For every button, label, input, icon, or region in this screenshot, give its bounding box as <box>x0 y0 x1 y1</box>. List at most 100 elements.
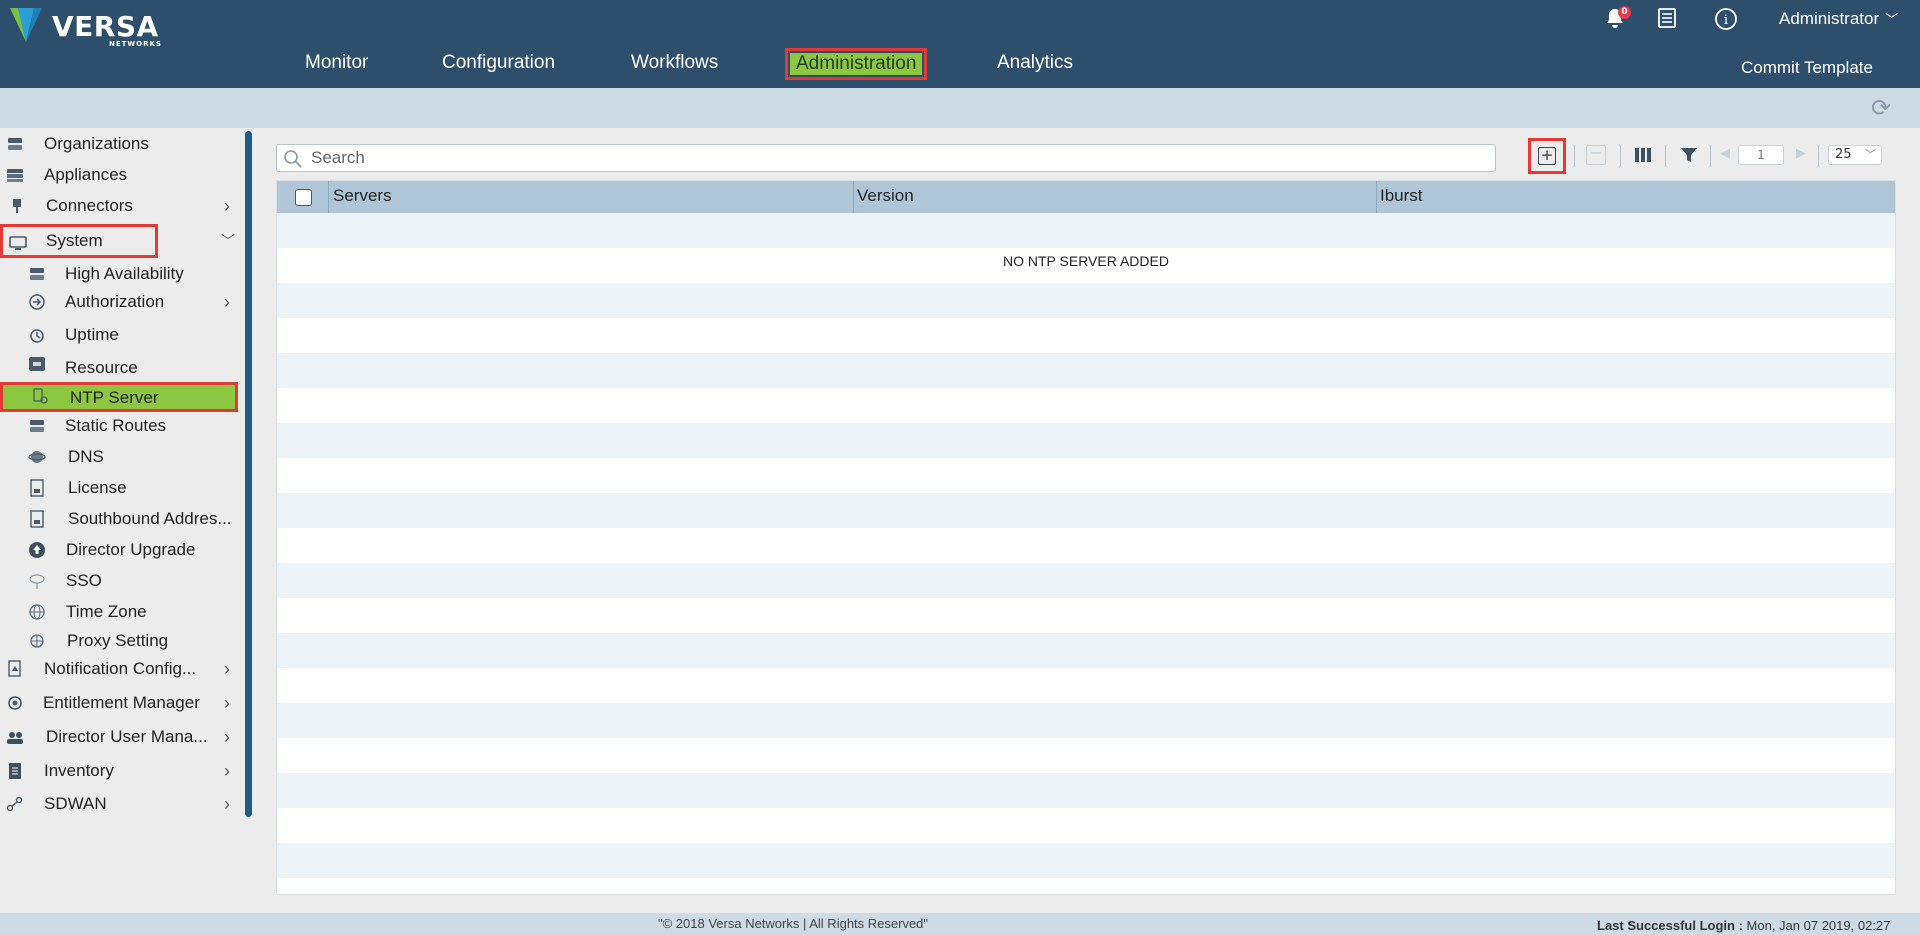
sidebar-item-resource[interactable]: Resource <box>0 356 244 382</box>
search-icon <box>284 150 302 168</box>
search-box[interactable] <box>276 144 1496 172</box>
commit-template-link[interactable]: Commit Template <box>1741 58 1873 78</box>
sidebar-item-sso[interactable]: SSO <box>0 569 244 595</box>
columns-icon <box>1635 148 1651 162</box>
southbound-address-icon <box>30 510 44 528</box>
sidebar-item-label: Static Routes <box>65 416 167 435</box>
sdwan-icon <box>6 796 23 812</box>
nav-analytics[interactable]: Analytics <box>997 52 1073 74</box>
sidebar-item-director-upgrade[interactable]: Director Upgrade <box>0 538 244 564</box>
refresh-icon[interactable]: ⟳ <box>1871 96 1895 120</box>
empty-table-message: NO NTP SERVER ADDED <box>1003 253 1169 269</box>
column-header-iburst[interactable]: Iburst <box>1380 186 1423 206</box>
toolbar-divider <box>1818 145 1819 167</box>
sidebar-item-dns[interactable]: DNS <box>0 445 244 471</box>
ntp-server-icon <box>33 388 48 404</box>
next-page-button[interactable]: ▶ <box>1796 146 1806 172</box>
nav-configuration[interactable]: Configuration <box>442 52 555 74</box>
column-header-version[interactable]: Version <box>857 186 914 206</box>
sidebar-item-time-zone[interactable]: Time Zone <box>0 600 244 626</box>
versa-logo[interactable]: VERSA NETWORKS <box>8 6 161 48</box>
notifications-bell[interactable]: 0 <box>1604 6 1631 31</box>
nav-workflows[interactable]: Workflows <box>631 52 718 74</box>
sidebar-item-authorization[interactable]: Authorization › <box>0 290 244 316</box>
director-upgrade-icon <box>29 542 45 558</box>
toolbar-divider <box>1574 145 1575 167</box>
column-header-servers[interactable]: Servers <box>333 186 392 206</box>
columns-button[interactable] <box>1634 146 1652 164</box>
time-zone-icon <box>29 604 45 620</box>
page-size-select[interactable]: 25 ﹀ <box>1828 145 1882 165</box>
sidebar-item-southbound-address[interactable]: Southbound Addres... <box>0 507 244 533</box>
user-menu[interactable]: Administrator ﹀ <box>1779 9 1898 29</box>
sidebar-scrollbar[interactable] <box>245 131 252 817</box>
last-login-value: Mon, Jan 07 2019, 02:27 <box>1742 918 1891 933</box>
chevron-down-icon: ﹀ <box>1865 148 1876 161</box>
sidebar-item-license[interactable]: License <box>0 476 244 502</box>
sidebar-item-entitlement-manager[interactable]: Entitlement Manager › <box>0 691 244 717</box>
sidebar-item-label: Director Upgrade <box>66 540 196 559</box>
sidebar-item-label: Resource <box>65 358 138 377</box>
nav-monitor[interactable]: Monitor <box>305 52 368 74</box>
sso-icon <box>29 574 45 589</box>
table-header: Servers Version Iburst <box>277 181 1895 213</box>
sidebar-item-static-routes[interactable]: Static Routes <box>0 414 244 440</box>
sidebar-item-notification-config[interactable]: Notification Config... › <box>0 657 244 683</box>
table-row <box>277 528 1895 563</box>
sidebar-item-label: Southbound Addres... <box>68 509 232 528</box>
tasks-list-icon <box>1658 8 1676 28</box>
sidebar-item-label: Uptime <box>65 325 119 344</box>
table-row <box>277 423 1895 458</box>
sidebar-item-high-availability[interactable]: High Availability <box>0 262 244 288</box>
table-row <box>277 493 1895 528</box>
sub-toolbar <box>0 88 1920 128</box>
chevron-down-icon[interactable]: ﹀ <box>221 231 235 251</box>
plus-icon: + <box>1538 147 1556 165</box>
proxy-setting-icon <box>30 634 44 648</box>
sidebar-item-ntp-server[interactable]: NTP Server <box>0 382 238 412</box>
sidebar-item-director-user-management[interactable]: Director User Mana... › <box>0 725 244 751</box>
previous-page-button[interactable]: ◀ <box>1720 146 1730 172</box>
toolbar-divider <box>1620 145 1621 167</box>
brand-name: VERSA <box>52 10 159 43</box>
tasks-button[interactable] <box>1656 7 1680 31</box>
add-button[interactable]: + <box>1528 138 1566 174</box>
chevron-down-icon: ﹀ <box>1885 12 1899 27</box>
versa-logo-mark-icon <box>10 8 42 42</box>
sidebar-item-label: SDWAN <box>44 794 107 813</box>
sidebar-item-proxy-setting[interactable]: Proxy Setting <box>0 629 244 655</box>
sidebar-item-appliances[interactable]: Appliances <box>0 163 244 189</box>
sidebar-item-label: DNS <box>68 447 104 466</box>
sidebar-item-system[interactable]: System <box>0 224 158 258</box>
organizations-icon <box>8 138 22 150</box>
remove-button[interactable]: − <box>1586 145 1606 165</box>
table-row <box>277 283 1895 318</box>
chevron-right-icon: › <box>224 292 230 312</box>
chevron-left-icon: ◀ <box>1720 146 1730 161</box>
nav-administration[interactable]: Administration <box>785 48 928 80</box>
sidebar-item-label: High Availability <box>65 264 184 283</box>
sidebar-item-label: Connectors <box>46 196 133 215</box>
table-row <box>277 808 1895 843</box>
table-row <box>277 213 1895 248</box>
sidebar-item-organizations[interactable]: Organizations <box>0 132 244 158</box>
toolbar-divider <box>1710 145 1711 167</box>
page-number-input[interactable]: 1 <box>1738 145 1784 165</box>
sidebar-item-uptime[interactable]: Uptime <box>0 323 244 349</box>
table-row <box>277 738 1895 773</box>
footer: "© 2018 Versa Networks | All Rights Rese… <box>0 913 1920 935</box>
select-all-checkbox[interactable] <box>295 189 312 206</box>
sidebar-item-inventory[interactable]: Inventory › <box>0 759 244 785</box>
search-input[interactable] <box>311 148 1481 168</box>
last-login-info: Last Successful Login : Mon, Jan 07 2019… <box>1597 918 1890 933</box>
chevron-right-icon: › <box>224 659 230 679</box>
sidebar-item-connectors[interactable]: Connectors › <box>0 194 244 220</box>
sidebar-item-sdwan[interactable]: SDWAN › <box>0 792 244 818</box>
filter-button[interactable] <box>1680 146 1698 164</box>
toolbar-divider <box>1665 145 1666 167</box>
chevron-right-icon: › <box>224 794 230 814</box>
column-divider <box>1376 181 1377 213</box>
info-button[interactable]: i <box>1714 7 1738 31</box>
resource-icon <box>29 357 45 371</box>
table-row <box>277 563 1895 598</box>
